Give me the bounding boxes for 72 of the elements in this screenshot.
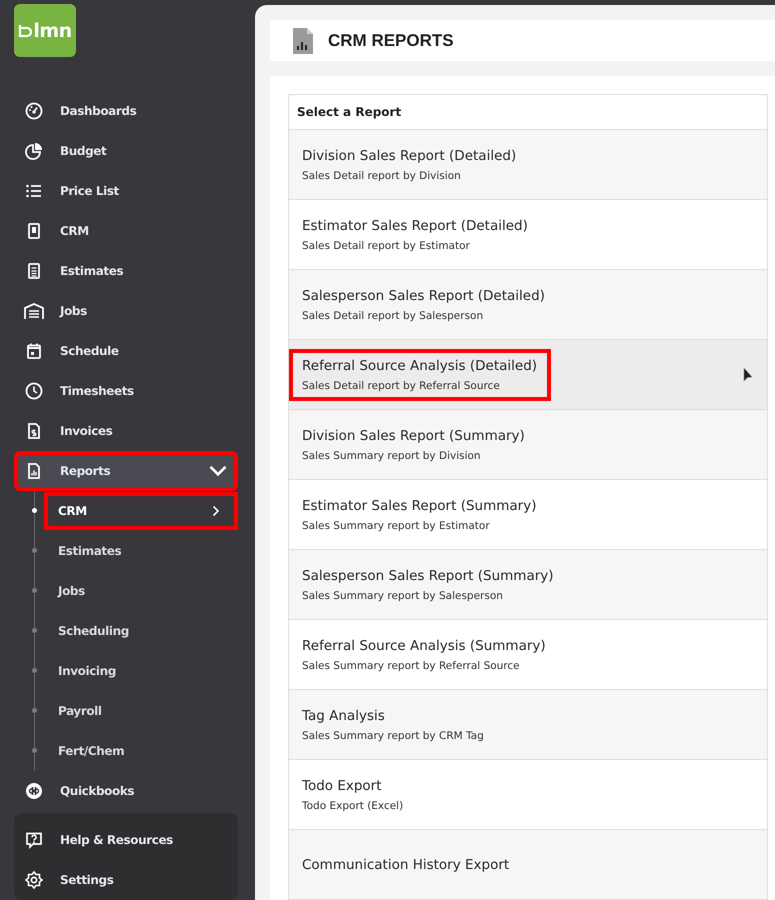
- sidebar-item[interactable]: CRM: [14, 211, 238, 251]
- submenu-item[interactable]: CRM: [44, 492, 238, 530]
- settings-icon: [24, 870, 44, 890]
- sidebar-item[interactable]: Jobs: [14, 291, 238, 331]
- report-link[interactable]: Tag Analysis Sales Summary report by CRM Tag: [289, 698, 498, 750]
- submenu-item[interactable]: Jobs: [44, 572, 238, 610]
- report-link[interactable]: Referral Source Analysis (Detailed) Sales Detail report by Referral Source: [289, 348, 552, 400]
- sidebar-item[interactable]: Timesheets: [14, 371, 238, 411]
- help-icon: [24, 830, 44, 850]
- gauge-icon: [24, 101, 44, 121]
- report-row[interactable]: Division Sales Report (Detailed) Sales Detail report by Division: [289, 130, 767, 200]
- report-description: Sales Summary report by Division: [302, 450, 482, 462]
- report-link[interactable]: Communication History Export: [289, 848, 524, 882]
- report-description: Sales Detail report by Salesperson: [302, 310, 484, 322]
- mouse-pointer-icon: [743, 367, 753, 383]
- report-description: Sales Detail report by Division: [302, 170, 462, 182]
- submenu-item[interactable]: Fert/Chem: [44, 732, 238, 770]
- submenu-item[interactable]: Payroll: [44, 692, 238, 730]
- report-description: Sales Summary report by Estimator: [302, 520, 491, 532]
- report-row[interactable]: Referral Source Analysis (Detailed) Sales Detail report by Referral Source: [289, 340, 767, 410]
- chevron-right-icon: [210, 505, 222, 517]
- report-description: Sales Detail report by Estimator: [302, 240, 471, 252]
- report-title: Estimator Sales Report (Summary): [302, 498, 536, 514]
- report-title: Todo Export: [302, 778, 383, 794]
- clock-icon: [24, 381, 44, 401]
- sidebar-item[interactable]: Help & Resources: [14, 820, 238, 860]
- sidebar-item[interactable]: Budget: [14, 131, 238, 171]
- report-title: Salesperson Sales Report (Detailed): [302, 288, 545, 304]
- report-link[interactable]: Estimator Sales Report (Summary) Sales Summary report by Estimator: [289, 488, 550, 540]
- page-title: CRM REPORTS: [328, 30, 454, 50]
- report-link[interactable]: Referral Source Analysis (Summary) Sales Summary report by Referral Source: [289, 628, 560, 680]
- report-row[interactable]: Communication History Export: [289, 830, 767, 900]
- report-link[interactable]: Division Sales Report (Summary) Sales Summary report by Division: [289, 418, 539, 470]
- report-title: Division Sales Report (Summary): [302, 428, 525, 444]
- report-link[interactable]: Todo Export Todo Export (Excel): [289, 768, 418, 820]
- sidebar-item[interactable]: Estimates: [14, 251, 238, 291]
- garage-icon: [24, 301, 44, 321]
- calendar-icon: [24, 341, 44, 361]
- report-title: Estimator Sales Report (Detailed): [302, 218, 528, 234]
- sidebar-item[interactable]: Invoices: [14, 411, 238, 451]
- report-description: Sales Summary report by CRM Tag: [302, 730, 484, 742]
- report-title: Referral Source Analysis (Detailed): [302, 358, 538, 374]
- report-description: Sales Detail report by Referral Source: [302, 380, 501, 392]
- report-row[interactable]: Salesperson Sales Report (Summary) Sales Summary report by Salesperson: [289, 550, 767, 620]
- report-title: Referral Source Analysis (Summary): [302, 638, 546, 654]
- submenu-item[interactable]: Invoicing: [44, 652, 238, 690]
- report-description: Sales Summary report by Referral Source: [302, 660, 521, 672]
- report-description: Todo Export (Excel): [302, 800, 404, 812]
- logo-mark-icon: [18, 24, 32, 38]
- report-title: Division Sales Report (Detailed): [302, 148, 516, 164]
- report-title: Tag Analysis: [302, 708, 386, 724]
- report-description: Sales Summary report by Salesperson: [302, 590, 504, 602]
- report-link[interactable]: Estimator Sales Report (Detailed) Sales Detail report by Estimator: [289, 208, 542, 260]
- report-row[interactable]: Division Sales Report (Summary) Sales Summary report by Division: [289, 410, 767, 480]
- sidebar-item[interactable]: Price List: [14, 171, 238, 211]
- report-title: Communication History Export: [302, 856, 510, 872]
- sidebar-item[interactable]: Reports: [14, 451, 238, 491]
- sidebar-item[interactable]: Settings: [14, 860, 238, 900]
- pie-chart-icon: [24, 141, 44, 161]
- report-link[interactable]: Salesperson Sales Report (Summary) Sales Summary report by Salesperson: [289, 558, 568, 610]
- submenu-item[interactable]: Estimates: [44, 532, 238, 570]
- sidebar-item[interactable]: Schedule: [14, 331, 238, 371]
- logo-text: lmn: [33, 20, 72, 42]
- report-row[interactable]: Tag Analysis Sales Summary report by CRM Tag: [289, 690, 767, 760]
- report-link[interactable]: Division Sales Report (Detailed) Sales Detail report by Division: [289, 138, 530, 190]
- report-link[interactable]: Salesperson Sales Report (Detailed) Sales Detail report by Salesperson: [289, 278, 559, 330]
- report-title: Salesperson Sales Report (Summary): [302, 568, 554, 584]
- sidebar-item[interactable]: Quickbooks: [14, 771, 238, 811]
- sidebar-item[interactable]: Dashboards: [14, 91, 238, 131]
- report-document-icon: [292, 26, 314, 54]
- submenu-item[interactable]: Scheduling: [44, 612, 238, 650]
- report-row[interactable]: Salesperson Sales Report (Detailed) Sales Detail report by Salesperson: [289, 270, 767, 340]
